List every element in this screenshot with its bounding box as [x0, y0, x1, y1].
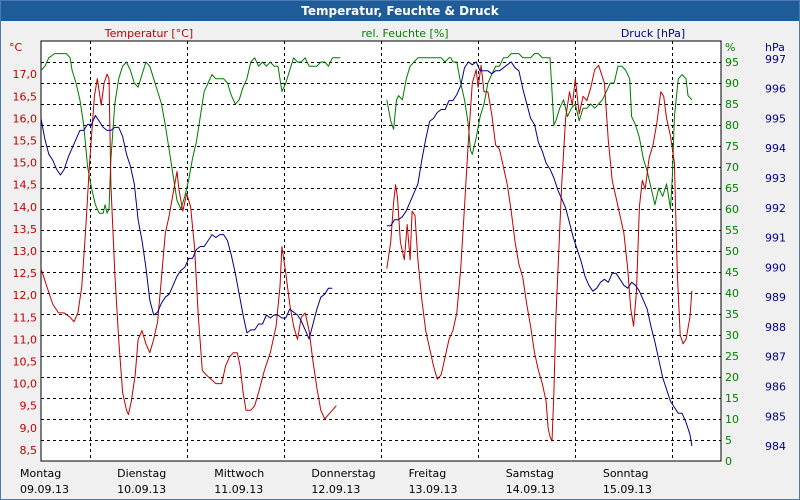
pressure-tick-label: 995	[765, 112, 786, 125]
pressure-tick-label: 991	[765, 232, 786, 245]
temperature-tick-label: 10,0	[13, 378, 38, 391]
humidity-tick-label: 35	[725, 308, 739, 321]
humidity-tick-label: 90	[725, 77, 739, 90]
temperature-tick-label: 13,5	[13, 223, 38, 236]
temperature-tick-label: 12,5	[13, 267, 38, 280]
humidity-tick-label: 75	[725, 140, 739, 153]
temperature-tick-label: 15,0	[13, 157, 38, 170]
temperature-tick-label: 9,0	[20, 422, 38, 435]
x-tick-date: 14.09.13	[506, 483, 555, 496]
x-tick-date: 15.09.13	[603, 483, 652, 496]
pressure-tick-label: 997	[765, 53, 786, 66]
x-tick-day: Donnerstag	[311, 467, 375, 480]
humidity-tick-label: 70	[725, 161, 739, 174]
temperature-tick-label: 13,0	[13, 245, 38, 258]
temperature-tick-label: 10,5	[13, 356, 38, 369]
pressure-tick-label: 988	[765, 321, 786, 334]
humidity-tick-label: 10	[725, 413, 739, 426]
chart-window: Temperatur, Feuchte & Druck 8,5 9,0 9,5 10,…	[0, 0, 800, 500]
pressure-axis-title: Druck [hPa]	[621, 27, 685, 40]
x-tick-day: Montag	[20, 467, 61, 480]
x-tick-day: Dienstag	[117, 467, 166, 480]
x-tick-day: Freitag	[409, 467, 447, 480]
humidity-tick-label: 80	[725, 119, 739, 132]
humidity-tick-label: 15	[725, 392, 739, 405]
chart-area: 8,5 9,0 9,5 10,0 10,5 11,0 11,5 12,0 12,5 13,0 13,…	[1, 21, 799, 499]
pressure-tick-label: 993	[765, 172, 786, 185]
temperature-tick-label: 17,0	[13, 68, 38, 81]
temperature-tick-label: 9,5	[20, 400, 38, 413]
pressure-tick-label: 986	[765, 381, 786, 394]
temperature-tick-label: 12,0	[13, 289, 38, 302]
humidity-tick-label: 60	[725, 203, 739, 216]
humidity-tick-label: 85	[725, 98, 739, 111]
humidity-tick-label: 95	[725, 56, 739, 69]
humidity-tick-label: 20	[725, 371, 739, 384]
x-tick-day: Samstag	[506, 467, 554, 480]
pressure-tick-label: 989	[765, 291, 786, 304]
humidity-tick-label: 65	[725, 182, 739, 195]
pressure-unit-label: hPa	[765, 41, 785, 54]
humidity-tick-label: 25	[725, 350, 739, 363]
temperature-tick-label: 14,5	[13, 179, 38, 192]
temperature-tick-label: 8,5	[20, 444, 38, 457]
pressure-tick-label: 994	[765, 142, 786, 155]
temperature-tick-label: 15,5	[13, 134, 38, 147]
x-tick-date: 12.09.13	[311, 483, 360, 496]
humidity-tick-label: 0	[725, 455, 732, 468]
humidity-tick-label: 5	[725, 434, 732, 447]
humidity-tick-label: 50	[725, 245, 739, 258]
x-tick-date: 13.09.13	[409, 483, 458, 496]
temperature-tick-label: 11,5	[13, 311, 38, 324]
humidity-unit-label: %	[725, 41, 735, 54]
temperature-tick-label: 16,0	[13, 112, 38, 125]
x-tick-date: 09.09.13	[20, 483, 69, 496]
temperature-tick-label: 11,0	[13, 333, 38, 346]
pressure-tick-label: 992	[765, 202, 786, 215]
pressure-tick-label: 990	[765, 261, 786, 274]
temperature-tick-label: 16,5	[13, 90, 38, 103]
humidity-tick-label: 55	[725, 224, 739, 237]
x-tick-day: Sonntag	[603, 467, 649, 480]
temperature-axis-title: Temperatur [°C]	[104, 27, 193, 40]
x-tick-date: 10.09.13	[117, 483, 166, 496]
pressure-tick-label: 984	[765, 440, 786, 453]
humidity-axis-title: rel. Feuchte [%]	[361, 27, 448, 40]
pressure-tick-label: 996	[765, 83, 786, 96]
pressure-tick-label: 987	[765, 351, 786, 364]
pressure-tick-label: 985	[765, 410, 786, 423]
temperature-unit-label: °C	[9, 41, 23, 54]
x-tick-day: Mittwoch	[214, 467, 264, 480]
humidity-tick-label: 30	[725, 329, 739, 342]
humidity-tick-label: 45	[725, 266, 739, 279]
window-title: Temperatur, Feuchte & Druck	[1, 1, 799, 21]
humidity-tick-label: 40	[725, 287, 739, 300]
x-tick-date: 11.09.13	[214, 483, 263, 496]
temperature-tick-label: 14,0	[13, 201, 38, 214]
